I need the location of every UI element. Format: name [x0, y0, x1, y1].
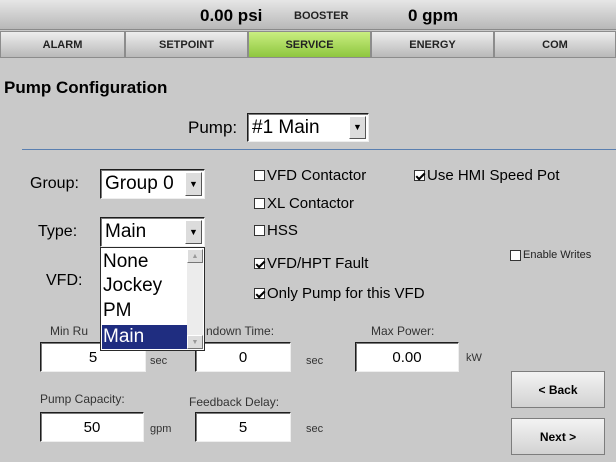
checkbox-box[interactable]: [254, 225, 265, 236]
type-dropdown-list[interactable]: None Jockey PM Main ▲ ▼: [100, 247, 205, 351]
only-pump-for-vfd-checkbox[interactable]: Only Pump for this VFD: [254, 285, 425, 302]
divider: [22, 149, 616, 150]
tab-setpoint[interactable]: SETPOINT: [125, 31, 248, 58]
scroll-up-icon[interactable]: ▲: [187, 249, 203, 263]
status-bar: 0.00 psi BOOSTER 0 gpm: [0, 0, 616, 30]
type-option-pm[interactable]: PM: [102, 299, 187, 323]
tab-alarm[interactable]: ALARM: [0, 31, 125, 58]
checkbox-label: VFD Contactor: [267, 167, 367, 184]
pump-capacity-label: Pump Capacity:: [40, 392, 125, 406]
tab-energy[interactable]: ENERGY: [371, 31, 494, 58]
chevron-down-icon[interactable]: ▼: [349, 116, 366, 139]
vfd-hpt-fault-checkbox[interactable]: VFD/HPT Fault: [254, 255, 368, 272]
enable-writes-checkbox[interactable]: Enable Writes: [510, 249, 591, 261]
pump-capacity-input[interactable]: 50: [40, 412, 144, 442]
type-option-jockey[interactable]: Jockey: [102, 274, 187, 298]
checkbox-label: Only Pump for this VFD: [267, 285, 425, 302]
tab-label: ENERGY: [409, 38, 456, 51]
tab-service[interactable]: SERVICE: [248, 31, 371, 58]
type-label: Type:: [38, 223, 78, 240]
checkbox-box[interactable]: [254, 288, 265, 299]
checkbox-label: XL Contactor: [267, 195, 354, 212]
flow-readout: 0 gpm: [408, 6, 459, 25]
group-label: Group:: [30, 175, 79, 192]
chevron-down-icon[interactable]: ▼: [185, 172, 202, 196]
mode-label: BOOSTER: [294, 10, 349, 22]
min-run-label: Min Ru: [50, 324, 89, 338]
pump-label: Pump:: [188, 118, 238, 137]
page-title: Pump Configuration: [4, 78, 168, 97]
pump-select-value: #1 Main: [252, 116, 320, 138]
pump-select[interactable]: #1 Main ▼: [247, 113, 369, 142]
hss-checkbox[interactable]: HSS: [254, 222, 298, 239]
pressure-readout: 0.00 psi: [200, 6, 263, 25]
tab-label: SERVICE: [285, 38, 334, 51]
checkbox-label: HSS: [267, 222, 298, 239]
rundown-time-unit: sec: [306, 355, 324, 367]
next-button[interactable]: Next >: [511, 418, 605, 455]
tab-label: SETPOINT: [158, 38, 214, 51]
scroll-down-icon[interactable]: ▼: [187, 335, 203, 349]
feedback-delay-input[interactable]: 5: [195, 412, 291, 442]
xl-contactor-checkbox[interactable]: XL Contactor: [254, 195, 354, 212]
checkbox-box[interactable]: [254, 198, 265, 209]
tab-label: COM: [542, 38, 568, 51]
type-select[interactable]: Main ▼: [100, 217, 205, 247]
checkbox-label: VFD/HPT Fault: [267, 255, 369, 272]
type-option-main[interactable]: Main: [102, 325, 187, 349]
max-power-label: Max Power:: [371, 324, 435, 338]
feedback-delay-unit: sec: [306, 423, 324, 435]
checkbox-box[interactable]: [254, 258, 265, 269]
rundown-time-input[interactable]: 0: [195, 342, 291, 372]
pump-capacity-unit: gpm: [150, 423, 172, 435]
checkbox-label: Enable Writes: [523, 249, 592, 261]
feedback-delay-value: 5: [238, 418, 248, 436]
back-button-label: < Back: [538, 382, 578, 397]
max-power-value: 0.00: [392, 348, 422, 366]
checkbox-label: Use HMI Speed Pot: [427, 167, 560, 184]
next-button-label: Next >: [539, 429, 577, 444]
type-select-value: Main: [105, 221, 147, 242]
checkbox-box[interactable]: [510, 249, 521, 261]
back-button[interactable]: < Back: [511, 371, 605, 408]
vfd-contactor-checkbox[interactable]: VFD Contactor: [254, 167, 366, 184]
min-run-value: 5: [88, 348, 98, 366]
dropdown-scrollbar[interactable]: ▲ ▼: [187, 249, 203, 349]
min-run-unit: sec: [150, 355, 168, 367]
pump-capacity-value: 50: [83, 418, 101, 436]
feedback-delay-label: Feedback Delay:: [189, 395, 280, 409]
rundown-time-label: ndown Time:: [206, 324, 275, 338]
checkbox-box[interactable]: [414, 170, 425, 181]
max-power-unit: kW: [466, 352, 482, 364]
group-select[interactable]: Group 0 ▼: [100, 169, 205, 199]
tab-label: ALARM: [42, 38, 83, 51]
vfd-label: VFD:: [46, 272, 83, 289]
rundown-time-value: 0: [238, 348, 248, 366]
type-option-none[interactable]: None: [102, 250, 187, 274]
max-power-input[interactable]: 0.00: [355, 342, 459, 372]
tab-com[interactable]: COM: [494, 31, 616, 58]
group-select-value: Group 0: [105, 173, 174, 194]
use-hmi-speed-pot-checkbox[interactable]: Use HMI Speed Pot: [414, 167, 560, 184]
chevron-down-icon[interactable]: ▼: [185, 220, 202, 244]
checkbox-box[interactable]: [254, 170, 265, 181]
